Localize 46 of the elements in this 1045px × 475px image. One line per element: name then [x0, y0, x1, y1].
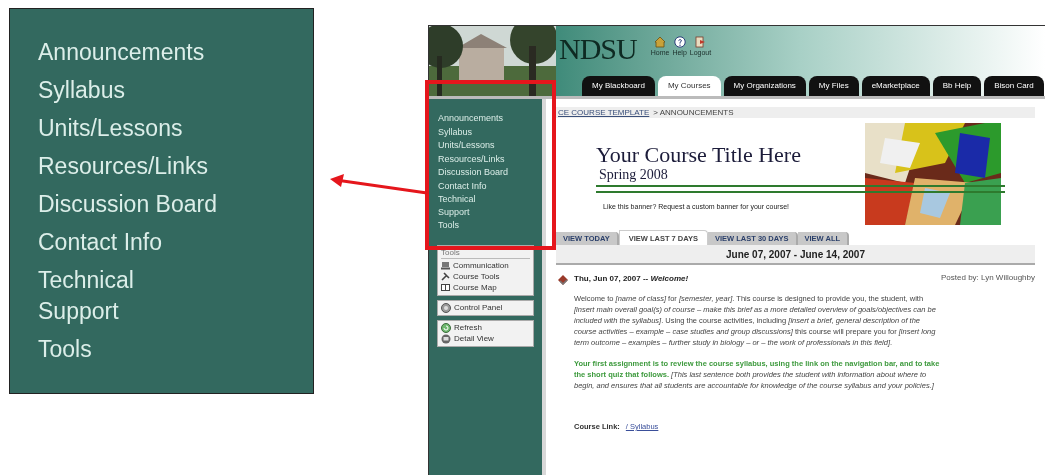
- menu-item[interactable]: Technical Support: [438, 193, 476, 218]
- nav-tab[interactable]: My Organizations: [723, 76, 806, 96]
- help-icon: [673, 36, 686, 48]
- menu-item[interactable]: Technical Support: [38, 265, 134, 327]
- tools-icon: [441, 272, 450, 281]
- logo: NDSU: [559, 34, 637, 64]
- posted-by: Posted by: Lyn Willoughby: [941, 273, 1035, 284]
- nav-tab[interactable]: eMarketplace: [861, 76, 930, 96]
- menu-item[interactable]: Discussion Board: [38, 189, 217, 220]
- tool-link[interactable]: Course Tools: [453, 271, 500, 282]
- refresh-icon: [441, 322, 451, 333]
- tool-link[interactable]: Control Panel: [454, 302, 503, 313]
- announcement-heading: Thu, Jun 07, 2007 -- Welcome!: [574, 273, 689, 285]
- menu-item[interactable]: Tools: [38, 334, 92, 365]
- menu-item[interactable]: Contact Info: [438, 179, 487, 192]
- tool-link[interactable]: Communication: [453, 260, 509, 271]
- nav-tab[interactable]: My Files: [808, 76, 859, 96]
- menu-item[interactable]: Syllabus: [438, 125, 473, 138]
- menu-item[interactable]: Resources/Links: [38, 151, 209, 182]
- tool-link[interactable]: Course Map: [453, 282, 497, 293]
- breadcrumb-current: > ANNOUNCEMENTS: [653, 107, 734, 118]
- tool-link[interactable]: Detail View: [454, 333, 494, 344]
- tool-link[interactable]: Refresh: [454, 322, 482, 333]
- date-range: June 07, 2007 - June 14, 2007: [726, 247, 865, 262]
- nav-tab[interactable]: My Courses: [657, 76, 721, 96]
- menu-item[interactable]: Resources/Links: [438, 152, 505, 165]
- nav-tab[interactable]: My Blackboard: [582, 76, 655, 96]
- course-term: Spring 2008: [598, 167, 669, 183]
- panel-icon: [441, 302, 451, 313]
- monitor-icon: [441, 333, 451, 344]
- menu-item[interactable]: Announcements: [38, 37, 205, 68]
- breadcrumb-link[interactable]: CE COURSE TEMPLATE: [558, 107, 650, 118]
- menu-item[interactable]: Syllabus: [38, 75, 125, 106]
- computer-icon: [441, 261, 450, 270]
- tools-title: Tools: [441, 247, 530, 259]
- menu-item[interactable]: Units/Lessons: [38, 113, 183, 144]
- door-icon: [694, 36, 707, 48]
- nav-tab[interactable]: Bison Card: [984, 76, 1044, 96]
- menu-item[interactable]: Tools: [438, 219, 459, 232]
- house-icon: [654, 36, 667, 48]
- menu-item[interactable]: Contact Info: [38, 227, 163, 258]
- menu-item[interactable]: Units/Lessons: [438, 139, 495, 152]
- nav-tab[interactable]: Bb Help: [932, 76, 982, 96]
- menu-item[interactable]: Discussion Board: [438, 166, 509, 179]
- course-title: Your Course Title Here: [596, 143, 802, 167]
- menu-item[interactable]: Announcements: [438, 112, 504, 125]
